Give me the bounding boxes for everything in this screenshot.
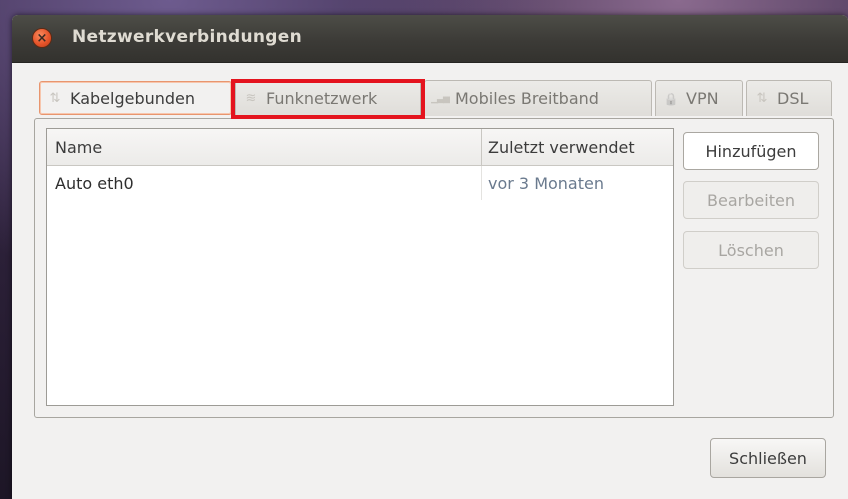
- wireless-icon: ≋: [245, 91, 257, 106]
- window-title: Netzwerkverbindungen: [72, 27, 302, 47]
- dsl-icon: ⇅: [756, 91, 768, 106]
- tab-kabelgebunden[interactable]: ⇅ Kabelgebunden: [39, 81, 232, 115]
- connection-last-used: vor 3 Monaten: [488, 174, 604, 193]
- wired-icon: ⇅: [49, 90, 61, 106]
- tab-label: VPN: [686, 89, 719, 108]
- edit-button[interactable]: Bearbeiten: [683, 181, 819, 219]
- delete-button[interactable]: Löschen: [683, 231, 819, 269]
- network-connections-window: × Netzwerkverbindungen ⇅ Kabelgebunden ≋…: [12, 15, 848, 499]
- close-icon[interactable]: ×: [32, 28, 52, 48]
- connection-name: Auto eth0: [55, 174, 134, 193]
- tab-vpn[interactable]: 🔒 VPN: [655, 80, 743, 116]
- tab-label: Mobiles Breitband: [455, 89, 599, 108]
- tab-label: Kabelgebunden: [70, 88, 196, 108]
- title-bar[interactable]: × Netzwerkverbindungen: [12, 15, 848, 63]
- lock-icon: 🔒: [663, 91, 679, 106]
- column-header-name[interactable]: Name: [55, 138, 102, 157]
- list-header: Name Zuletzt verwendet: [47, 129, 673, 166]
- tab-label: Funknetzwerk: [266, 89, 378, 108]
- column-divider: [481, 166, 482, 200]
- tab-label: DSL: [777, 89, 809, 108]
- connections-list[interactable]: Name Zuletzt verwendet Auto eth0 vor 3 M…: [46, 128, 674, 406]
- column-divider: [481, 129, 482, 166]
- list-item[interactable]: Auto eth0 vor 3 Monaten: [47, 166, 673, 200]
- add-button[interactable]: Hinzufügen: [683, 132, 819, 170]
- tab-funknetzwerk[interactable]: ≋ Funknetzwerk: [235, 80, 421, 116]
- tab-mobiles-breitband[interactable]: ▁▃▅ Mobiles Breitband: [424, 80, 652, 116]
- signal-bars-icon: ▁▃▅: [431, 93, 450, 104]
- tab-dsl[interactable]: ⇅ DSL: [746, 80, 832, 116]
- column-header-last-used[interactable]: Zuletzt verwendet: [488, 138, 635, 157]
- close-button[interactable]: Schließen: [710, 438, 826, 478]
